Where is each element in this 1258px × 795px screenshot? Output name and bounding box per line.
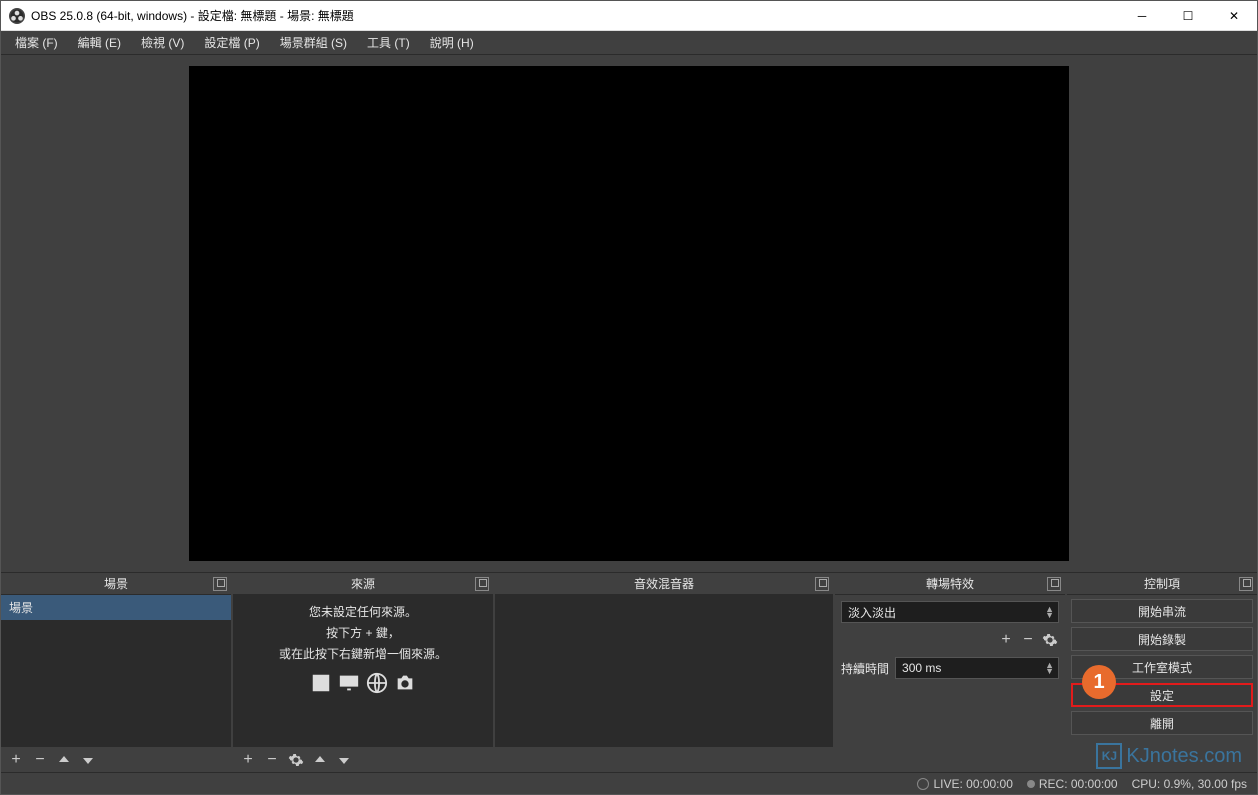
menu-tools[interactable]: 工具 (T) [357,32,420,53]
scenes-toolbar: + − [1,746,231,772]
display-source-icon [338,672,360,694]
remove-scene-button[interactable]: − [31,751,49,769]
dock-transitions-header: 轉場特效 [835,573,1065,595]
annotation-badge-1: 1 [1082,665,1116,699]
scene-down-button[interactable] [79,751,97,769]
preview-area [1,55,1257,572]
start-stream-button[interactable]: 開始串流 [1071,599,1253,623]
sources-help-line3: 或在此按下右鍵新增一個來源。 [279,645,447,662]
dock-mixer-header: 音效混音器 [495,573,833,595]
rec-time: REC: 00:00:00 [1039,777,1118,791]
duration-value: 300 ms [902,661,941,675]
popout-icon[interactable] [815,577,829,591]
live-indicator-icon [917,778,929,790]
sources-help-line2: 按下方 + 鍵， [326,624,400,641]
window-buttons: ─ ☐ ✕ [1119,1,1257,30]
live-time: LIVE: 00:00:00 [933,777,1012,791]
dock-controls-header: 控制項 [1067,573,1257,595]
close-button[interactable]: ✕ [1211,1,1257,30]
menu-edit[interactable]: 編輯 (E) [68,32,131,53]
statusbar: LIVE: 00:00:00 REC: 00:00:00 CPU: 0.9%, … [1,772,1257,794]
dock-mixer: 音效混音器 [495,573,833,772]
popout-icon[interactable] [1047,577,1061,591]
menu-scene-collection[interactable]: 場景群組 (S) [270,32,357,53]
mixer-body [495,595,833,746]
sources-list[interactable]: 您未設定任何來源。 按下方 + 鍵， 或在此按下右鍵新增一個來源。 [233,595,493,746]
transition-properties-button[interactable] [1041,631,1059,649]
remove-transition-button[interactable]: − [1019,631,1037,649]
docks: 場景 場景 + − 來源 [1,572,1257,772]
image-source-icon [310,672,332,694]
titlebar: OBS 25.0.8 (64-bit, windows) - 設定檔: 無標題 … [1,1,1257,31]
exit-button[interactable]: 離開 [1071,711,1253,735]
dock-mixer-title: 音效混音器 [634,575,694,592]
sources-help-line1: 您未設定任何來源。 [309,603,417,620]
scenes-list: 場景 [1,595,231,746]
minimize-button[interactable]: ─ [1119,1,1165,30]
transitions-body: 淡入淡出 ▲▼ + − 持續時間 300 ms ▲▼ [835,595,1065,772]
scene-item[interactable]: 場景 [1,595,231,620]
menubar: 檔案 (F) 編輯 (E) 檢視 (V) 設定檔 (P) 場景群組 (S) 工具… [1,31,1257,55]
dock-transitions-title: 轉場特效 [926,575,974,592]
sources-toolbar: + − [233,746,493,772]
transition-select[interactable]: 淡入淡出 ▲▼ [841,601,1059,623]
duration-spinner[interactable]: 300 ms ▲▼ [895,657,1059,679]
add-source-button[interactable]: + [239,751,257,769]
status-rec: REC: 00:00:00 [1027,777,1118,791]
dock-sources: 來源 您未設定任何來源。 按下方 + 鍵， 或在此按下右鍵新增一個來源。 [233,573,493,772]
status-cpu: CPU: 0.9%, 30.00 fps [1132,777,1247,791]
dock-transitions: 轉場特效 淡入淡出 ▲▼ + − [835,573,1065,772]
dock-controls-title: 控制項 [1144,575,1180,592]
add-scene-button[interactable]: + [7,751,25,769]
camera-source-icon [394,672,416,694]
remove-source-button[interactable]: − [263,751,281,769]
browser-source-icon [366,672,388,694]
popout-icon[interactable] [213,577,227,591]
popout-icon[interactable] [1239,577,1253,591]
dock-sources-title: 來源 [351,575,375,592]
mixer-toolbar [495,746,833,772]
cpu-text: CPU: 0.9%, 30.00 fps [1132,777,1247,791]
source-up-button[interactable] [311,751,329,769]
watermark-text: KJnotes.com [1126,745,1242,768]
dock-sources-header: 來源 [233,573,493,595]
transition-selected: 淡入淡出 [848,604,896,621]
menu-view[interactable]: 檢視 (V) [131,32,194,53]
watermark: KJ KJnotes.com [1096,743,1242,769]
menu-file[interactable]: 檔案 (F) [5,32,68,53]
maximize-button[interactable]: ☐ [1165,1,1211,30]
source-properties-button[interactable] [287,751,305,769]
app-body: 檔案 (F) 編輯 (E) 檢視 (V) 設定檔 (P) 場景群組 (S) 工具… [1,31,1257,794]
menu-help[interactable]: 說明 (H) [420,32,484,53]
app-window: OBS 25.0.8 (64-bit, windows) - 設定檔: 無標題 … [0,0,1258,795]
source-type-icons [310,672,416,694]
dock-scenes: 場景 場景 + − [1,573,231,772]
obs-logo-icon [9,8,25,24]
status-live: LIVE: 00:00:00 [917,777,1012,791]
annotation-number: 1 [1093,671,1104,694]
dock-scenes-title: 場景 [104,575,128,592]
duration-label: 持續時間 [841,660,889,677]
dock-scenes-header: 場景 [1,573,231,595]
scene-up-button[interactable] [55,751,73,769]
popout-icon[interactable] [475,577,489,591]
add-transition-button[interactable]: + [997,631,1015,649]
preview-canvas[interactable] [189,66,1069,561]
start-record-button[interactable]: 開始錄製 [1071,627,1253,651]
watermark-icon: KJ [1096,743,1122,769]
menu-profile[interactable]: 設定檔 (P) [194,32,269,53]
source-down-button[interactable] [335,751,353,769]
rec-indicator-icon [1027,780,1035,788]
window-title: OBS 25.0.8 (64-bit, windows) - 設定檔: 無標題 … [31,7,1119,24]
